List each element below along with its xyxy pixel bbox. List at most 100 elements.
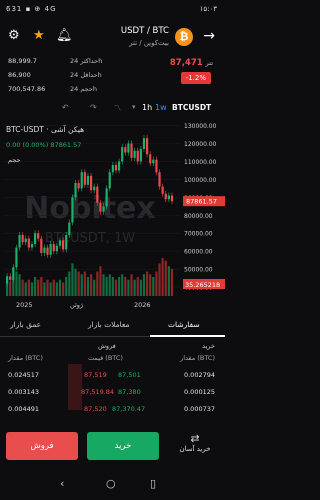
ob-sell-amount: 0.024517: [8, 371, 40, 379]
ob-buy-amount: 0.000125: [183, 388, 215, 396]
candle: [121, 147, 124, 162]
ob-buy-header: خرید: [202, 342, 215, 350]
candle: [158, 172, 161, 187]
ob-buy-price[interactable]: 87,501: [118, 371, 141, 379]
volume-bar: [18, 274, 21, 296]
candle: [133, 150, 136, 158]
nav-recents-icon[interactable]: ▯: [150, 477, 156, 490]
volume-last-tag: 35.265218: [183, 279, 225, 289]
ob-sell-header: فروش: [98, 342, 116, 350]
volume-bar: [111, 277, 114, 296]
easy-buy-button[interactable]: ⇄ خرید آسان: [172, 432, 218, 453]
volume-bar: [139, 279, 142, 296]
ob-col-amount-buy: مقدار (BTC): [180, 354, 215, 362]
ob-col-price: قیمت (BTC): [88, 354, 123, 362]
star-icon[interactable]: ★: [33, 28, 45, 43]
volume-bar: [114, 279, 118, 296]
ob-buy-price[interactable]: 87,380: [118, 388, 141, 396]
volume-bar: [74, 268, 77, 296]
candle: [111, 165, 114, 173]
settings-icon[interactable]: ⚙: [8, 28, 20, 43]
candle: [18, 235, 21, 248]
candle: [12, 267, 15, 280]
chart-title: BTC-USDT · هیکن آشی: [6, 124, 84, 134]
interval-1h[interactable]: 1h: [142, 103, 152, 112]
chart-svg[interactable]: Nobitex BTCUSDT, 1W 130000.00120000.0011…: [0, 118, 225, 310]
nav-back-icon[interactable]: ‹: [60, 477, 64, 490]
ob-sell-price[interactable]: 87,520: [84, 405, 107, 413]
ob-buy-price[interactable]: 87,370.47: [112, 405, 145, 413]
candle: [139, 148, 142, 162]
last-price: تتر 87,471: [170, 58, 213, 68]
stat-value: 700,547.86: [8, 85, 46, 93]
tab-market-trades[interactable]: معاملات بازار: [88, 320, 130, 329]
candle: [34, 233, 37, 244]
volume-bar: [167, 266, 170, 296]
candle: [27, 238, 30, 248]
nav-home-icon[interactable]: ○: [106, 477, 116, 490]
volume-bar: [68, 271, 71, 296]
volume-bar: [118, 277, 121, 296]
y-tick-label: 60000.00: [184, 249, 213, 256]
undo-icon[interactable]: ↶: [62, 103, 69, 112]
sell-button[interactable]: فروش: [6, 432, 78, 460]
y-tick-label: 50000.00: [184, 267, 213, 274]
volume-bar: [102, 274, 105, 296]
stat-label: حجم 24h: [70, 85, 98, 93]
y-tick-label: 110000.00: [184, 159, 217, 166]
volume-bar: [90, 274, 93, 296]
candle: [105, 188, 108, 207]
price-chart[interactable]: Nobitex BTCUSDT, 1W 130000.00 120000.00 11…: [0, 118, 225, 310]
y-tick-label: 70000.00: [184, 231, 213, 238]
volume-bar: [142, 274, 146, 296]
candle: [127, 143, 130, 153]
candle: [77, 182, 80, 189]
volume-bar: [149, 274, 152, 296]
price-value: 87,471: [169, 58, 203, 68]
volume-bar: [158, 263, 161, 296]
y-tick-label: 100000.00: [184, 177, 217, 184]
interval-1w[interactable]: 1w: [155, 103, 167, 112]
easy-buy-label: خرید آسان: [179, 445, 211, 453]
volume-bar: [40, 277, 43, 296]
ob-sell-price[interactable]: 87,519: [84, 371, 107, 379]
candle: [40, 238, 43, 253]
volume-bar: [80, 274, 83, 296]
buy-button[interactable]: خرید: [87, 432, 159, 460]
volume-bar: [24, 282, 27, 296]
tab-market-depth[interactable]: عمق بازار: [10, 320, 41, 329]
ob-sell-amount: 0.003143: [8, 388, 40, 396]
stat-label: حداقل 24h: [70, 71, 102, 79]
volume-bar: [170, 268, 174, 296]
volume-bar: [96, 271, 99, 296]
bell-icon[interactable]: 🔔︎: [56, 28, 73, 43]
volume-bar: [136, 277, 139, 296]
ob-sell-amount: 0.004491: [8, 405, 40, 413]
candle: [68, 222, 71, 236]
volume-bar: [65, 277, 68, 296]
candle: [65, 235, 68, 250]
y-tick-label: 130000.00: [184, 123, 217, 130]
volume-bar: [124, 277, 127, 296]
back-arrow-icon[interactable]: →: [203, 28, 215, 44]
ob-sell-price[interactable]: 87,519.84: [81, 388, 114, 396]
candle: [62, 240, 65, 250]
candle: [167, 195, 170, 200]
redo-icon[interactable]: ↷: [90, 103, 97, 112]
volume-bar: [121, 274, 124, 296]
candle: [80, 172, 83, 189]
candle: [93, 186, 96, 191]
chart-type-caret[interactable]: ▾: [132, 103, 136, 111]
market-stats: 88,999.7 حداکثر 24h 86,900 حداقل 24h 700…: [0, 55, 225, 99]
candle: [86, 175, 90, 185]
volume-bar: [152, 277, 155, 296]
symbol-label[interactable]: BTCUSDT: [172, 103, 211, 112]
volume-bar: [58, 279, 62, 296]
stat-volume: 700,547.86 حجم 24h: [8, 85, 138, 97]
candle: [15, 247, 18, 268]
tab-orders[interactable]: سفارشات: [168, 320, 200, 329]
indicators-icon[interactable]: 〽: [114, 103, 121, 113]
candle: [146, 138, 149, 155]
orders-tabs: عمق بازار معاملات بازار سفارشات: [0, 315, 225, 337]
y-tick-label: 80000.00: [184, 213, 213, 220]
